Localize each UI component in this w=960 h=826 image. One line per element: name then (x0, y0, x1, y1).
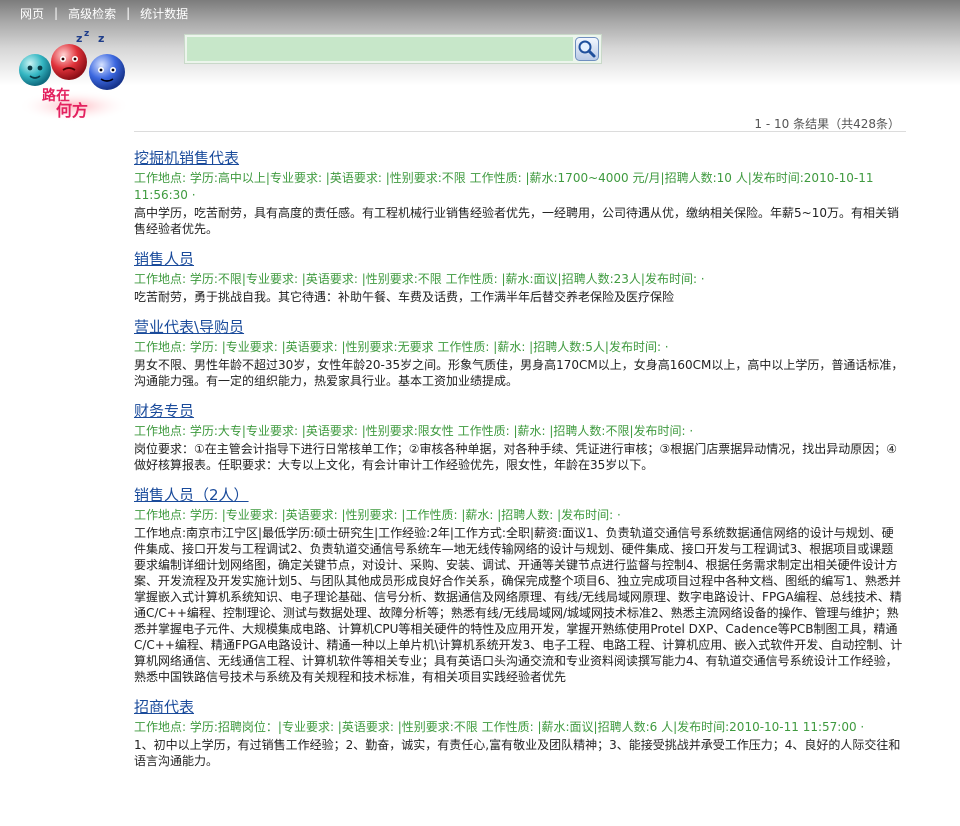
nav-link-statistics[interactable]: 统计数据 (140, 5, 188, 22)
result-meta: 工作地点: 学历: |专业要求: |英语要求: |性别要求:无要求 工作性质: … (134, 340, 669, 354)
svg-text:z: z (76, 32, 82, 45)
result-item: 财务专员 工作地点: 学历:大专|专业要求: |英语要求: |性别要求:限女性 … (134, 401, 904, 473)
nav-separator: | (126, 6, 131, 20)
result-count: 1 - 10 条结果（共428条） (754, 117, 900, 131)
result-description: 工作地点:南京市江宁区|最低学历:硕士研究生|工作经验:2年|工作方式:全职|薪… (134, 526, 903, 684)
result-title-link[interactable]: 销售人员（2人） (134, 485, 249, 505)
nav-separator: | (54, 6, 59, 20)
result-item: 营业代表\导购员 工作地点: 学历: |专业要求: |英语要求: |性别要求:无… (134, 317, 904, 389)
result-title-link[interactable]: 销售人员 (134, 249, 194, 269)
search-input[interactable] (187, 37, 573, 61)
result-item: 招商代表 工作地点: 学历:招聘岗位：|专业要求: |英语要求: |性别要求:不… (134, 697, 904, 769)
result-meta: 工作地点: 学历:高中以上|专业要求: |英语要求: |性别要求:不限 工作性质… (134, 171, 874, 202)
result-description: 吃苦耐劳，勇于挑战自我。其它待遇：补助午餐、车费及话费，工作满半年后替交养老保险… (134, 290, 675, 304)
result-meta: 工作地点: 学历: |专业要求: |英语要求: |性别要求: |工作性质: |薪… (134, 508, 621, 522)
search-button[interactable] (575, 37, 599, 61)
svg-text:z: z (84, 29, 89, 39)
result-title-link[interactable]: 挖掘机销售代表 (134, 148, 239, 168)
site-logo[interactable]: z z z 路在 何方 (18, 28, 134, 122)
top-navigation: 网页 | 高级检索 | 统计数据 (20, 5, 188, 21)
result-title-link[interactable]: 财务专员 (134, 401, 194, 421)
result-item: 销售人员（2人） 工作地点: 学历: |专业要求: |英语要求: |性别要求: … (134, 485, 904, 685)
search-bar (184, 34, 602, 64)
result-description: 男女不限、男性年龄不超过30岁，女性年龄20-35岁之间。形象气质佳，男身高17… (134, 358, 904, 388)
divider (134, 131, 906, 132)
result-description: 1、初中以上学历，有过销售工作经验；2、勤奋，诚实，有责任心,富有敬业及团队精神… (134, 738, 901, 768)
result-meta: 工作地点: 学历:招聘岗位：|专业要求: |英语要求: |性别要求:不限 工作性… (134, 720, 865, 734)
result-title-link[interactable]: 招商代表 (134, 697, 194, 717)
logo-text: 何方 (56, 101, 88, 120)
result-title-link[interactable]: 营业代表\导购员 (134, 317, 244, 337)
nav-link-advanced-search[interactable]: 高级检索 (68, 5, 116, 22)
result-item: 挖掘机销售代表 工作地点: 学历:高中以上|专业要求: |英语要求: |性别要求… (134, 148, 904, 237)
result-description: 岗位要求：①在主管会计指导下进行日常核单工作；②审核各种单据，对各种手续、凭证进… (134, 442, 898, 472)
svg-text:z: z (98, 32, 104, 45)
nav-link-web[interactable]: 网页 (20, 5, 44, 22)
results-list: 挖掘机销售代表 工作地点: 学历:高中以上|专业要求: |英语要求: |性别要求… (134, 148, 904, 781)
result-meta: 工作地点: 学历:大专|专业要求: |英语要求: |性别要求:限女性 工作性质:… (134, 424, 694, 438)
result-description: 高中学历，吃苦耐劳，具有高度的责任感。有工程机械行业销售经验者优先，一经聘用，公… (134, 206, 899, 236)
result-item: 销售人员 工作地点: 学历:不限|专业要求: |英语要求: |性别要求:不限 工… (134, 249, 904, 305)
result-meta: 工作地点: 学历:不限|专业要求: |英语要求: |性别要求:不限 工作性质: … (134, 272, 705, 286)
